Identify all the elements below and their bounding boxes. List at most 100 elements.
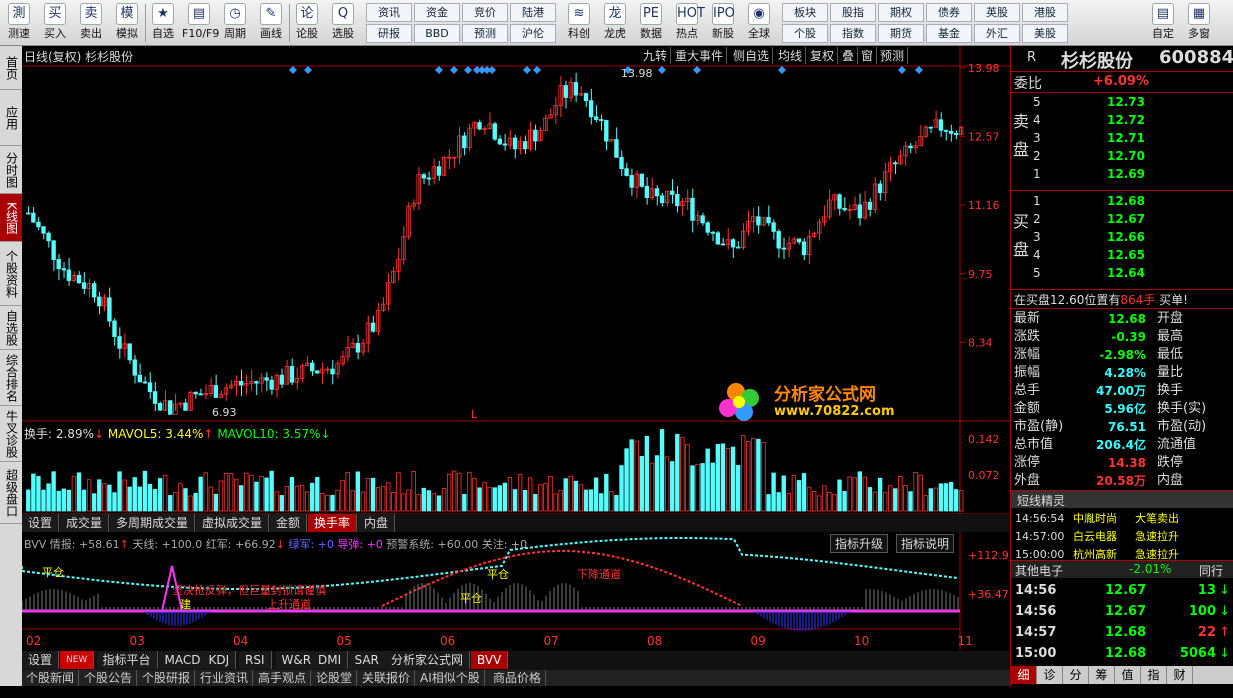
lefttab-6[interactable]: 综合排名 [0, 350, 22, 406]
tabs2-7[interactable]: DMI [312, 651, 349, 669]
grid2-item-1[interactable]: 股指 [830, 3, 876, 22]
tabs2-3[interactable]: MACD [158, 651, 208, 669]
buttons2-button-5[interactable]: ◉ 全球 [742, 2, 776, 44]
tabs1-2[interactable]: 多周期成交量 [110, 514, 196, 532]
grid2-item-8[interactable]: 期货 [878, 24, 924, 43]
chart-header-button-3[interactable]: 均线 [775, 47, 807, 64]
buttons-button-8[interactable]: 论论股 [290, 2, 324, 44]
buttons3-button-1[interactable]: ▦ 多窗 [1182, 2, 1216, 44]
buttons-button-0[interactable]: 測测速 [2, 2, 36, 44]
tabs1-4[interactable]: 金额 [270, 514, 308, 532]
grid-item-0[interactable]: 资讯 [366, 3, 412, 22]
tabs1-3[interactable]: 虚拟成交量 [196, 514, 270, 532]
chart-header-button-2[interactable]: 侧自选 [730, 47, 774, 64]
tabs2-2[interactable]: 指标平台 [96, 651, 158, 669]
tabs3-4[interactable]: 高手观点 [254, 670, 312, 686]
tabs1-6[interactable]: 内盘 [358, 514, 396, 532]
lefttab-3[interactable]: K线图 [0, 194, 22, 242]
tabs2-10[interactable]: BVV [471, 651, 509, 669]
grid-item-7[interactable]: 沪伦 [510, 24, 556, 43]
lefttab-7[interactable]: 牛叉诊股 [0, 406, 22, 462]
grid2-item-3[interactable]: 债券 [926, 3, 972, 22]
grid-item-6[interactable]: 预测 [462, 24, 508, 43]
sprite-row-1[interactable]: 14:57:00 白云电器 急速拉升 [1011, 528, 1233, 546]
quote-tab-4[interactable]: 值 [1115, 666, 1141, 684]
tabs3-0[interactable]: 个股新闻 [22, 670, 80, 686]
chart-header-button-1[interactable]: 重大事件 [672, 47, 728, 64]
quote-tab-2[interactable]: 分 [1063, 666, 1089, 684]
grid-item-5[interactable]: BBD [414, 24, 460, 43]
tabs3-6[interactable]: 关联报价 [358, 670, 416, 686]
lefttab-8[interactable]: 超级盘口 [0, 462, 22, 524]
buttons2-button-3[interactable]: HOT 热点 [670, 2, 705, 44]
kline-chart[interactable]: 13.98 12.57 11.16 9.75 8.34 13.98 6.93 L 0.142 0.… [22, 46, 1010, 650]
buttons-button-7[interactable]: ✎ 画线 [254, 2, 288, 44]
chart-header-button-0[interactable]: 九转 [640, 47, 672, 64]
sprite-row-0[interactable]: 14:56:54 中胤时尚 大笔卖出 [1011, 510, 1233, 528]
indicator-upgrade-button[interactable]: 指标升级 [830, 534, 889, 553]
buttons-button-1[interactable]: 买买入 [38, 2, 72, 44]
chart-header-button-7[interactable]: 预测 [877, 47, 909, 64]
tabs2-9[interactable]: 分析家公式网 [385, 651, 471, 669]
chart-header-button-6[interactable]: 窗 [858, 47, 878, 64]
tabs2-5[interactable]: RSI [239, 651, 272, 669]
sprite-row-2[interactable]: 15:00:00 杭州高新 急速拉升 [1011, 546, 1233, 564]
candle-body [51, 240, 56, 260]
quote-tab-6[interactable]: 财 [1167, 666, 1193, 684]
quote-tab-1[interactable]: 诊 [1037, 666, 1063, 684]
buttons2-button-0[interactable]: ≋ 科创 [562, 2, 596, 44]
tabs3-7[interactable]: AI相似个股 [416, 670, 485, 686]
indicator-help-button[interactable]: 指标说明 [896, 534, 955, 553]
tabs1-0[interactable]: 设置 [22, 514, 60, 532]
lefttab-1[interactable]: 应用 [0, 90, 22, 146]
grid2-item-9[interactable]: 基金 [926, 24, 972, 43]
grid2-item-11[interactable]: 美股 [1022, 24, 1068, 43]
volume-bar [832, 493, 837, 512]
tabs1-5[interactable]: 换手率 [308, 514, 358, 532]
tabs3-1[interactable]: 个股公告 [80, 670, 138, 686]
grid2-item-10[interactable]: 外汇 [974, 24, 1020, 43]
buttons-button-6[interactable]: ◷ 周期 [218, 2, 252, 44]
tabs2-4[interactable]: KDJ [202, 651, 237, 669]
tabs2-0[interactable]: 设置 [22, 651, 60, 669]
grid2-item-2[interactable]: 期权 [878, 3, 924, 22]
grid-item-3[interactable]: 陆港 [510, 3, 556, 22]
buttons2-button-4[interactable]: IPO 新股 [706, 2, 740, 44]
buttons-button-5[interactable]: ▤ F10/F9 [182, 2, 219, 44]
buttons2-button-1[interactable]: 龙龙虎 [598, 2, 632, 44]
tabs2-1[interactable]: NEW [60, 651, 95, 669]
buy-price: 12.64 [1107, 266, 1145, 280]
buttons2-button-2[interactable]: PE 数据 [634, 2, 668, 44]
tabs3-8[interactable]: 商品价格 [489, 670, 547, 686]
tabs3-3[interactable]: 行业资讯 [196, 670, 254, 686]
grid2-item-4[interactable]: 英股 [974, 3, 1020, 22]
quote-tab-0[interactable]: 细 [1011, 666, 1037, 684]
quote-tab-5[interactable]: 指 [1141, 666, 1167, 684]
buttons-button-2[interactable]: 卖卖出 [74, 2, 108, 44]
buttons-button-4[interactable]: ★ 自选 [146, 2, 180, 44]
buttons-button-9[interactable]: Q 选股 [326, 2, 360, 44]
lefttab-4[interactable]: 个股资料 [0, 242, 22, 306]
grid2-item-5[interactable]: 港股 [1022, 3, 1068, 22]
lefttab-2[interactable]: 分时图 [0, 146, 22, 194]
tabs3-2[interactable]: 个股研报 [138, 670, 196, 686]
grid2-item-0[interactable]: 板块 [782, 3, 828, 22]
tabs3-5[interactable]: 论股堂 [312, 670, 358, 686]
tabs1-1[interactable]: 成交量 [60, 514, 110, 532]
quote-tab-3[interactable]: 筹 [1089, 666, 1115, 684]
grid-item-4[interactable]: 研报 [366, 24, 412, 43]
chart-header-button-4[interactable]: 复权 [807, 47, 839, 64]
chart-header-button-5[interactable]: 叠 [839, 47, 859, 64]
volume-bar [847, 476, 852, 512]
peer-button[interactable]: 同行 [1199, 562, 1223, 579]
grid-item-1[interactable]: 资金 [414, 3, 460, 22]
grid2-item-6[interactable]: 个股 [782, 24, 828, 43]
buttons3-button-0[interactable]: ▤ 自定 [1146, 2, 1180, 44]
lefttab-0[interactable]: 首页 [0, 46, 22, 90]
volume-bar [801, 473, 807, 512]
grid2-item-7[interactable]: 指数 [830, 24, 876, 43]
lefttab-5[interactable]: 自选股 [0, 306, 22, 350]
buttons-button-3[interactable]: 模模拟 [110, 2, 144, 44]
tabs2-8[interactable]: SAR [348, 651, 386, 669]
grid-item-2[interactable]: 竞价 [462, 3, 508, 22]
